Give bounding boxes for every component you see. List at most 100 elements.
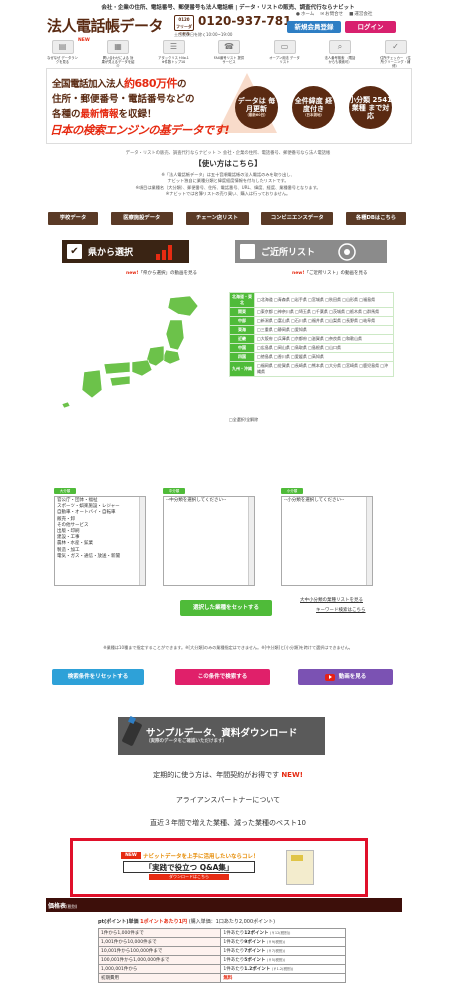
register-button[interactable]: 新規会員登録 <box>287 21 341 33</box>
prefecture-video-link[interactable]: new!「県から選択」の動画を見る <box>126 270 197 276</box>
japan-map[interactable] <box>58 294 216 410</box>
prefecture-checkboxes[interactable]: □広島県 □岡山県 □鳥取県 □島根県 □山口県 <box>254 343 394 353</box>
map-okinawa <box>61 401 71 409</box>
search-button[interactable]: この条件で検索する <box>175 669 270 685</box>
nav-item-fax[interactable]: ☎ FAX番号リスト 提供サービス <box>213 40 246 68</box>
database-tabs: 学校データ 医療施設データ チェーン店リスト コンビニエンスデータ 各種DBはこ… <box>48 212 406 225</box>
region-table: 北海道・東北 □北海道 □青森県 □岩手県 □宮城県 □秋田県 □山形県 □福島県… <box>229 292 394 377</box>
table-row: 近畿 □大阪府 □兵庫県 □京都府 □滋賀県 □奈良県 □和歌山県 <box>229 334 394 344</box>
table-row: 北海道・東北 □北海道 □青森県 □岩手県 □宮城県 □秋田県 □山形県 □福島県 <box>229 292 394 308</box>
large-category-label: 大分類 <box>54 488 76 494</box>
list-item[interactable]: 電気・ガス・通信・放送・新聞 <box>57 554 143 560</box>
nav-item-attack[interactable]: ☰ アタックリストNo.1 ※件数トップ10 <box>157 40 190 68</box>
breadcrumb[interactable]: データ・リストの販売、調査代行ならナビット ＞ 会社・企業の住所、電話番号、郵便… <box>0 150 456 156</box>
large-category-list[interactable]: 官公庁・団体・福祉 スポーツ・娯楽施設・レジャー 自動車・オートバイ・自転車 飯… <box>54 496 146 586</box>
sample-download-banner[interactable]: サンプルデータ、資料ダウンロード （実際のデータをご確認いただけます） <box>118 716 325 755</box>
qa-collection-banner[interactable]: NEW ナビットデータを上手に活用したいならコレ！ 「実践で役立つ Q&A集」 … <box>70 838 368 897</box>
tab-medical-data[interactable]: 医療施設データ <box>110 212 173 225</box>
nav-item-open[interactable]: ▭ オープン用法 データリスト <box>268 40 301 68</box>
map-kinki <box>131 359 153 377</box>
nav-item-address-checker[interactable]: ✓ 住所チェッカー （住所クリーニング・補修） <box>379 40 412 68</box>
prefecture-checkboxes[interactable]: □徳島県 □香川県 □愛媛県 □高知県 <box>254 352 394 362</box>
nav-item-effect[interactable]: ▦ 問い合わせによる 効果が見えるデータを紹介 <box>102 40 135 68</box>
table-row: 初期費用 無料 <box>97 973 346 983</box>
price-table-header: 価格表(税別) <box>46 898 402 912</box>
prefecture-checkboxes[interactable]: □北海道 □青森県 □岩手県 □宮城県 □秋田県 □山形県 □福島県 <box>254 292 394 308</box>
qa-banner-content: NEW ナビットデータを上手に活用したいならコレ！ 「実践で役立つ Q&A集」 … <box>121 850 321 886</box>
service-nav: ▤ なぜなぜ データランクを見る ▦ 問い合わせによる 効果が見えるデータを紹介 ☰… <box>46 40 412 68</box>
monthly-update-badge: データは 毎月更新 （最新60日） <box>235 86 278 129</box>
howto-title[interactable]: 【使い方はこちら】 <box>0 158 456 169</box>
map-shikoku <box>109 375 131 387</box>
table-row: 10,001件から100,000件まで 1件あたり7ポイント (￥7(税別)) <box>97 946 346 956</box>
business-hours: 土日祝祭日を除く10:00~19:00 <box>174 32 233 37</box>
scrollbar[interactable] <box>248 497 254 585</box>
scrollbar[interactable] <box>139 497 145 585</box>
nav-item-corp-number[interactable]: ⌕ 法人番号検索 （電話からも検索可） <box>324 40 357 68</box>
table-row: 中部 □新潟県 □富山県 □石川県 □福井県 □山梨県 □長野県 □岐阜県 <box>229 316 394 326</box>
mid-category-list[interactable]: --中分類を選択してください-- <box>163 496 255 586</box>
category-list-link[interactable]: 大中小分類の業種リストを見る <box>300 597 363 603</box>
small-category-list[interactable]: --小分類を選択してください-- <box>281 496 373 586</box>
table-row: 1,000,001件から 1件あたり1.2ポイント (￥1.2(税別)) <box>97 964 346 974</box>
table-row: 中国 □広島県 □岡山県 □鳥取県 □島根県 □山口県 <box>229 343 394 353</box>
building-icon: ■ <box>349 11 354 17</box>
home-icon: ● <box>296 11 300 17</box>
freedial-icon: 0120 フリーダイヤル <box>174 15 194 36</box>
prefecture-checkboxes[interactable]: □三重県 □静岡県 □愛知県 <box>254 325 394 335</box>
select-by-prefecture-button[interactable]: ✔ 県から選択 <box>62 240 189 263</box>
book-icon <box>286 850 314 885</box>
keyword-search-link[interactable]: キーワード検索はこちら <box>316 607 366 613</box>
chart-icon: ▦ <box>107 40 129 54</box>
qa-download-button[interactable]: ダウンロードはこちら <box>149 874 229 880</box>
alliance-partner-link[interactable]: アライアンスパートナーについて <box>0 795 456 805</box>
mid-category-select: 中分類 --中分類を選択してください-- <box>163 488 255 586</box>
nav-item-rank[interactable]: ▤ なぜなぜ データランクを見る <box>46 40 79 68</box>
mail-icon: ✉ <box>320 11 325 17</box>
document-icon: ▤ <box>51 40 74 54</box>
large-category-select: 大分類 官公庁・団体・福祉 スポーツ・娯楽施設・レジャー 自動車・オートバイ・自… <box>54 488 146 586</box>
nearby-video-link[interactable]: new!「ご近所リスト」の動画を見る <box>292 270 367 276</box>
table-row: 1件から1,000件まで 1件あたり12ポイント (￥12(税別)) <box>97 928 346 938</box>
prefecture-checkboxes[interactable]: □大阪府 □兵庫県 □京都府 □滋賀県 □奈良県 □和歌山県 <box>254 334 394 344</box>
yearly-contract-link[interactable]: 定期的に使う方は、年間契約がお得です NEW! <box>0 770 456 780</box>
industry-best10-link[interactable]: 直近３年間で増えた業種、減った業種のベスト10 <box>0 818 456 828</box>
youtube-icon <box>324 673 335 681</box>
region-name: 九州・沖縄 <box>229 361 255 377</box>
region-name: 東海 <box>229 325 255 335</box>
select-all-checkbox[interactable]: □全選択/全解除 <box>229 417 258 423</box>
map-pin-icon <box>338 242 356 261</box>
small-category-label: 小分類 <box>281 488 303 494</box>
map-chugoku <box>103 361 131 375</box>
checkbox-icon <box>240 244 255 259</box>
contact-link[interactable]: ✉ お問合せ <box>320 11 343 18</box>
watch-video-button[interactable]: 動画を見る <box>298 669 393 685</box>
prefecture-checkboxes[interactable]: □福岡県 □佐賀県 □長崎県 □熊本県 □大分県 □宮崎県 □鹿児島県 □沖縄県 <box>254 361 394 377</box>
list-placeholder: --中分類を選択してください-- <box>166 498 227 503</box>
usb-drive-icon <box>118 716 146 755</box>
set-category-button[interactable]: 選択した業種をセットする <box>180 600 272 616</box>
banner-line-2: 住所・郵便番号・電話番号などの <box>52 94 195 105</box>
site-logo[interactable]: 法人電話帳データ <box>47 15 164 36</box>
reset-conditions-button[interactable]: 検索条件をリセットする <box>52 669 144 685</box>
tab-school-data[interactable]: 学校データ <box>48 212 98 225</box>
banner-line-1: 全国電話加入法人約680万件の <box>52 77 187 90</box>
scrollbar[interactable] <box>366 497 372 585</box>
price-table: 1件から1,000件まで 1件あたり12ポイント (￥12(税別)) 1,001件… <box>97 928 346 983</box>
banner-line-4: 日本の検索エンジンの基データです! <box>50 123 230 137</box>
table-row: 1,001件から10,000件まで 1件あたり9ポイント (￥9(税別)) <box>97 937 346 947</box>
table-row: 四国 □徳島県 □香川県 □愛媛県 □高知県 <box>229 352 394 362</box>
category-warning: ※業種は10種まで指定することができます。※[大分類]のみの業種指定はできません… <box>103 645 353 650</box>
nearby-list-button[interactable]: ご近所リスト <box>235 240 387 263</box>
tab-convenience[interactable]: コンビニエンスデータ <box>261 212 334 225</box>
login-button[interactable]: ログイン <box>345 21 396 33</box>
prefecture-checkboxes[interactable]: □新潟県 □富山県 □石川県 □福井県 □山梨県 □長野県 □岐阜県 <box>254 316 394 326</box>
prefecture-checkboxes[interactable]: □東京都 □神奈川県 □埼玉県 □千葉県 □茨城県 □栃木県 □群馬県 <box>254 307 394 317</box>
fax-icon: ☎ <box>218 40 240 54</box>
tab-other-db[interactable]: 各種DBはこちら <box>346 212 406 225</box>
home-link[interactable]: ● ホーム <box>296 11 314 18</box>
tab-chain-store[interactable]: チェーン店リスト <box>185 212 249 225</box>
company-link[interactable]: ■ 運営会社 <box>349 11 372 18</box>
phone-number[interactable]: 0120-937-781 <box>198 14 291 28</box>
new-badge: NEW <box>121 852 141 859</box>
